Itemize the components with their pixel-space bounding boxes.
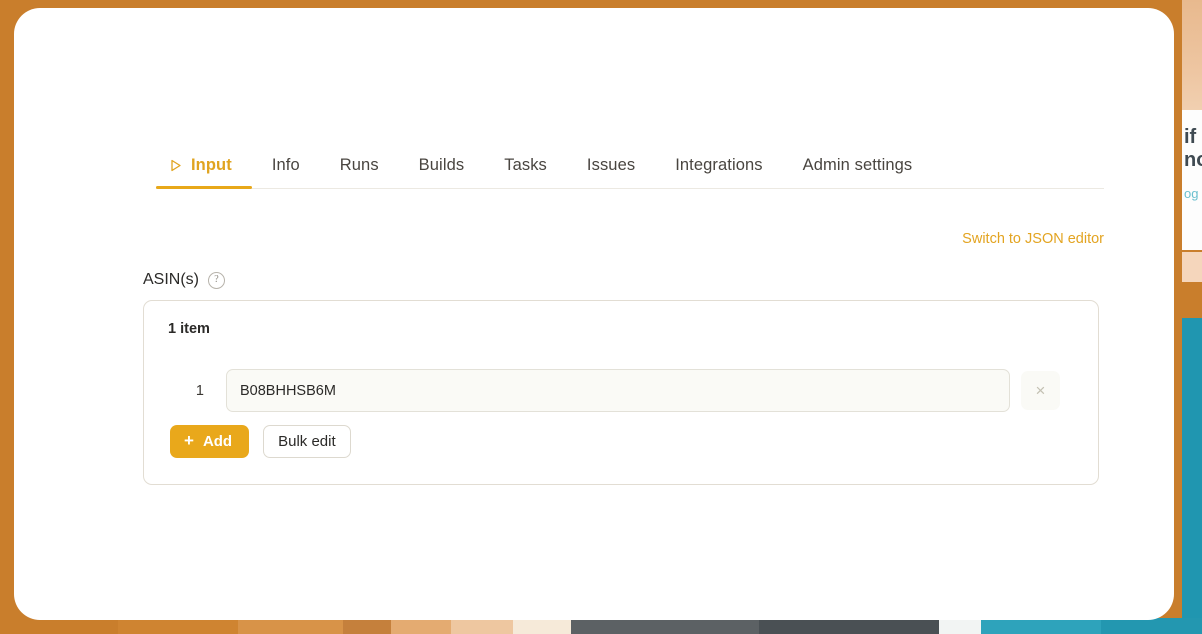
add-button-label: Add	[203, 433, 232, 450]
tab-admin-settings[interactable]: Admin settings	[783, 146, 933, 188]
tab-label: Integrations	[675, 156, 762, 175]
tab-integrations[interactable]: Integrations	[655, 146, 782, 188]
background-peach-band	[1182, 0, 1202, 120]
tab-runs[interactable]: Runs	[320, 146, 399, 188]
tab-info[interactable]: Info	[252, 146, 320, 188]
bulk-edit-button[interactable]: Bulk edit	[263, 425, 351, 458]
add-button[interactable]: + Add	[170, 425, 249, 458]
background-text-fragment-1: if	[1184, 128, 1202, 146]
background-bottom-strip	[0, 618, 1202, 634]
remove-row-close-icon[interactable]: ×	[1021, 371, 1060, 410]
switch-to-json-editor-link[interactable]: Switch to JSON editor	[962, 231, 1104, 247]
modal-window: Input Info Runs Builds Tasks Issues Integratio…	[14, 8, 1174, 620]
tab-issues[interactable]: Issues	[567, 146, 655, 188]
tab-label: Info	[272, 156, 300, 175]
asin-input[interactable]	[226, 369, 1010, 412]
tab-label: Issues	[587, 156, 635, 175]
plus-icon: +	[184, 432, 194, 449]
array-row: 1×	[168, 369, 1078, 412]
tab-label: Runs	[340, 156, 379, 175]
strip-segment	[0, 618, 118, 634]
tab-label: Admin settings	[803, 156, 913, 175]
field-label-row: ASIN(s) ?	[143, 271, 225, 289]
item-count-label: 1 item	[168, 321, 210, 337]
strip-segment	[939, 618, 981, 634]
tab-builds[interactable]: Builds	[399, 146, 485, 188]
background-teal-block	[1182, 318, 1202, 618]
strip-segment	[571, 618, 759, 634]
strip-segment	[451, 618, 513, 634]
array-actions: + Add Bulk edit	[170, 425, 351, 458]
strip-segment	[238, 618, 343, 634]
strip-segment	[118, 618, 238, 634]
tab-input[interactable]: Input	[156, 146, 252, 188]
help-circle-icon[interactable]: ?	[208, 272, 225, 289]
tab-tasks[interactable]: Tasks	[484, 146, 567, 188]
strip-segment	[1101, 618, 1202, 634]
play-icon	[170, 159, 182, 172]
tab-label: Builds	[419, 156, 465, 175]
strip-segment	[759, 618, 939, 634]
strip-segment	[391, 618, 451, 634]
tab-label: Input	[191, 156, 232, 175]
background-peach-strip	[1182, 252, 1202, 282]
json-editor-link-row: Switch to JSON editor	[156, 230, 1104, 248]
tab-label: Tasks	[504, 156, 547, 175]
strip-segment	[513, 618, 571, 634]
asin-field-label: ASIN(s)	[143, 271, 199, 289]
background-text-fragment-3: og	[1184, 186, 1202, 202]
tab-bar: Input Info Runs Builds Tasks Issues Integratio…	[156, 146, 1104, 189]
row-index: 1	[168, 383, 226, 399]
strip-segment	[981, 618, 1101, 634]
strip-segment	[343, 618, 391, 634]
background-text-fragment-2: no	[1184, 150, 1202, 170]
asin-array-editor: 1 item 1× + Add Bulk edit	[143, 300, 1099, 485]
